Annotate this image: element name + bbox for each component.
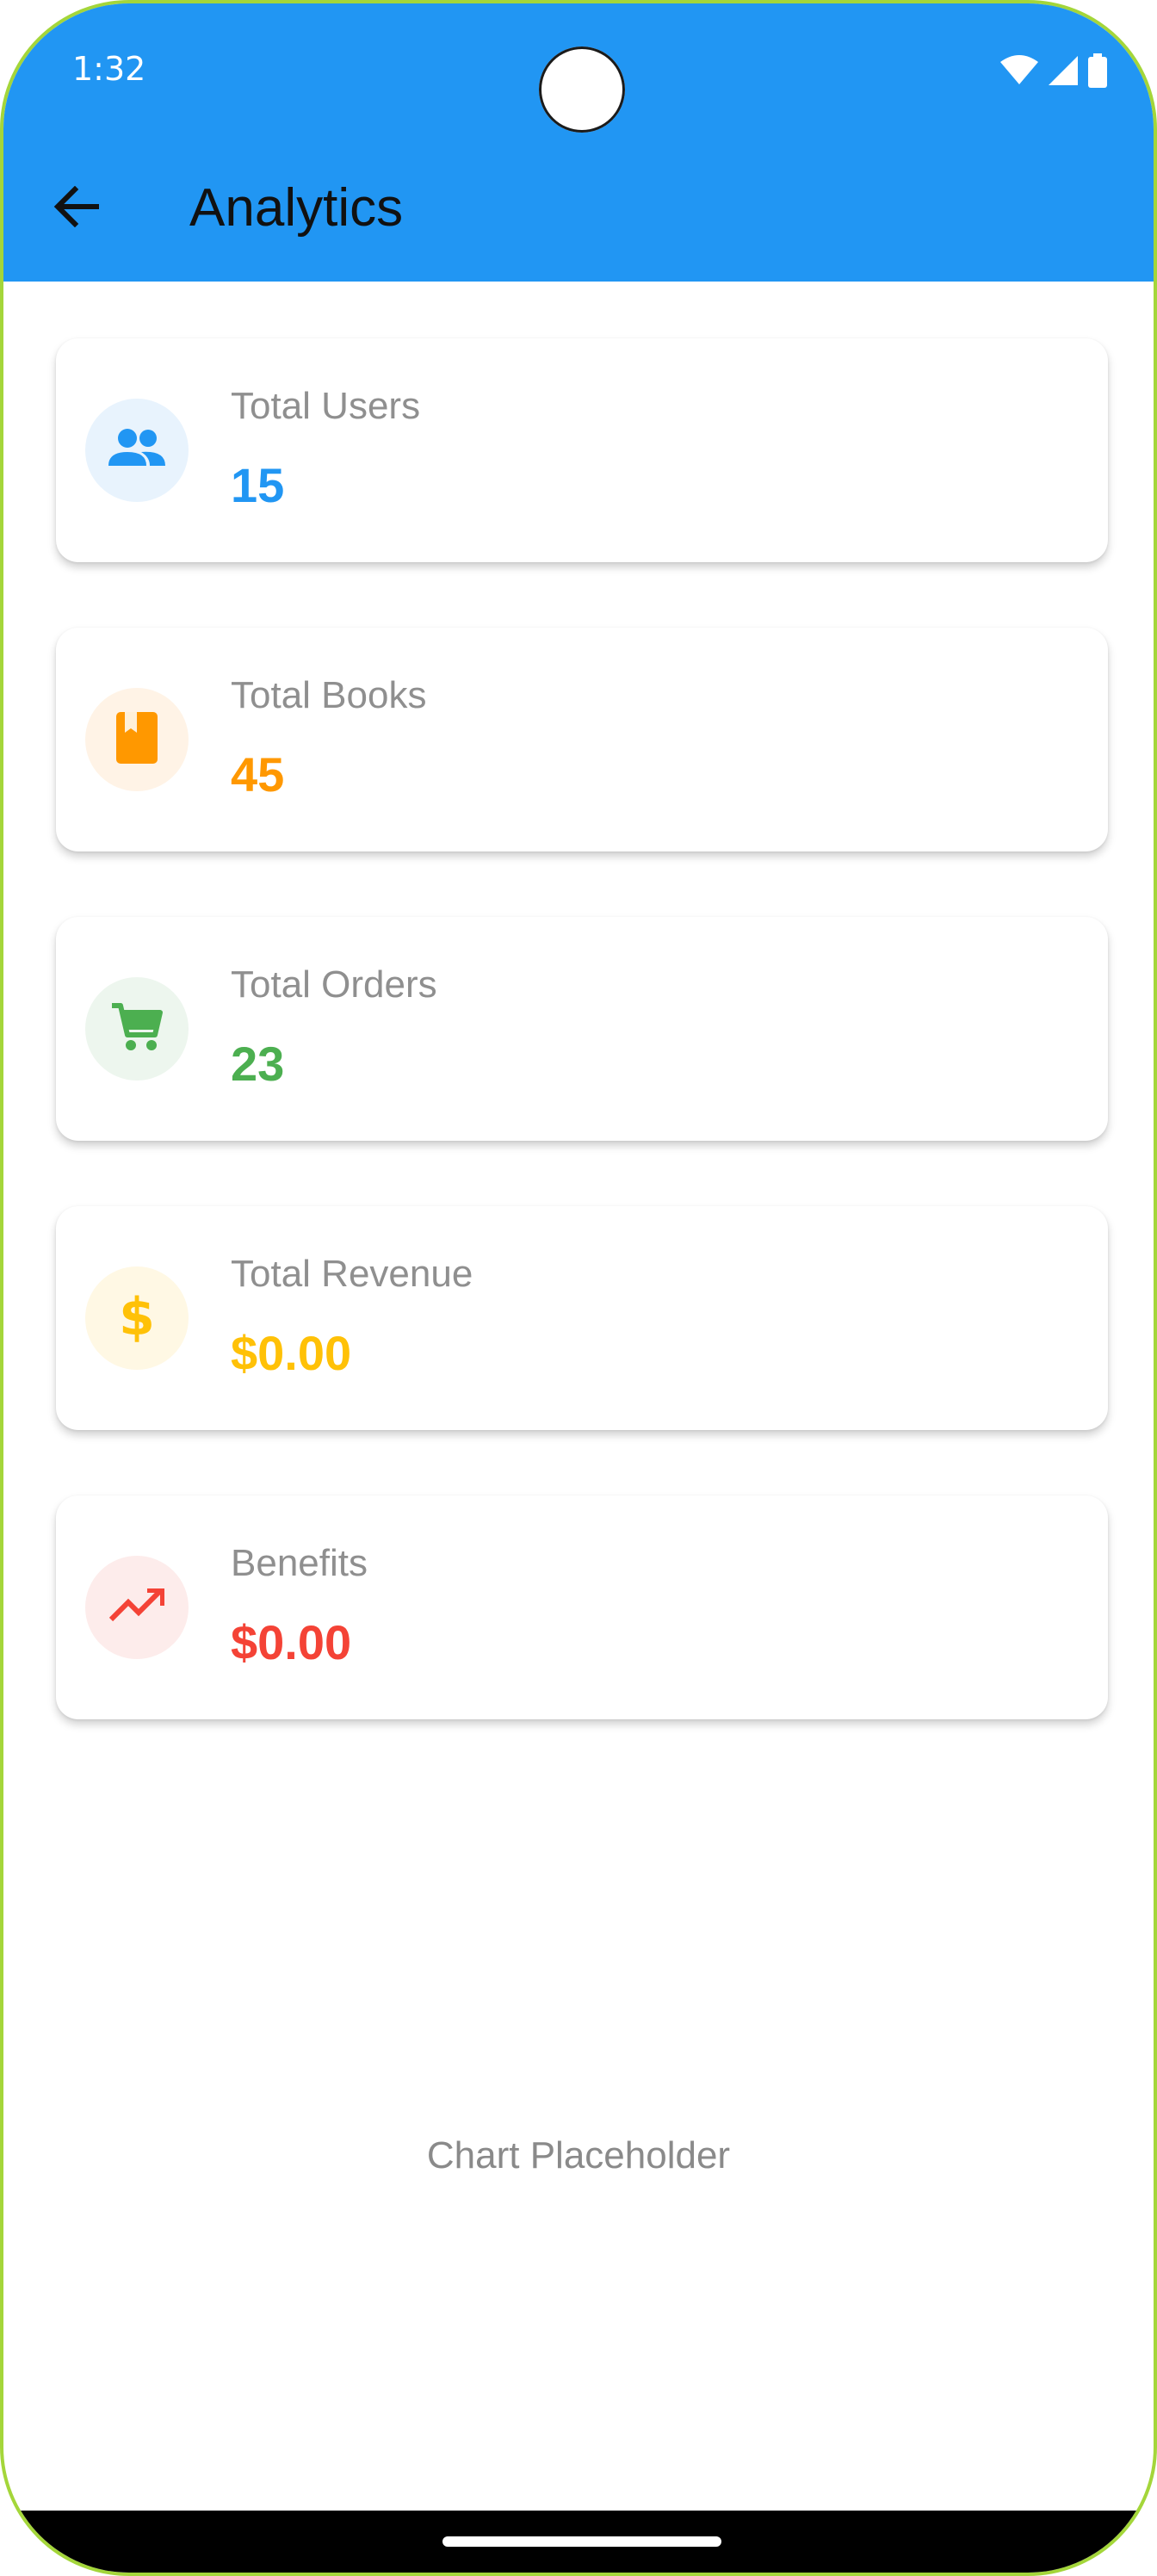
stat-card-total-books[interactable]: Total Books 45 xyxy=(56,628,1108,851)
icon-circle xyxy=(85,399,189,502)
icon-circle: $ xyxy=(85,1266,189,1370)
icon-circle xyxy=(85,1556,189,1659)
status-time: 1:32 xyxy=(72,50,146,88)
card-value: 23 xyxy=(231,1037,285,1091)
battery-icon xyxy=(1088,53,1107,88)
group-icon xyxy=(107,426,167,475)
card-value: 15 xyxy=(231,458,285,512)
book-icon xyxy=(116,711,158,768)
back-button[interactable] xyxy=(45,177,107,239)
card-label: Total Orders xyxy=(231,963,437,1006)
card-value: $0.00 xyxy=(231,1326,352,1380)
card-label: Benefits xyxy=(231,1542,368,1584)
app-bar: 1:32 Analytics xyxy=(3,3,1154,282)
stat-card-total-revenue[interactable]: $ Total Revenue $0.00 xyxy=(56,1206,1108,1430)
stat-card-benefits[interactable]: Benefits $0.00 xyxy=(56,1495,1108,1719)
icon-circle xyxy=(85,688,189,791)
card-label: Total Revenue xyxy=(231,1253,473,1295)
dollar-icon: $ xyxy=(119,1287,155,1349)
status-icons xyxy=(1000,52,1107,90)
front-camera xyxy=(539,46,625,133)
system-nav-bar xyxy=(3,2511,1154,2573)
card-value: $0.00 xyxy=(231,1615,352,1669)
trending-up-icon xyxy=(108,1587,165,1627)
home-indicator[interactable] xyxy=(442,2536,721,2547)
page-title: Analytics xyxy=(189,178,404,238)
arrow-back-icon xyxy=(53,185,100,232)
shopping-cart-icon xyxy=(110,1000,164,1058)
icon-circle xyxy=(85,977,189,1081)
wifi-icon xyxy=(1000,55,1038,86)
cellular-signal-icon xyxy=(1047,54,1080,87)
chart-placeholder: Chart Placeholder xyxy=(426,2134,731,2177)
stat-card-total-users[interactable]: Total Users 15 xyxy=(56,338,1108,562)
card-label: Total Users xyxy=(231,385,421,427)
card-label: Total Books xyxy=(231,674,427,716)
stat-card-total-orders[interactable]: Total Orders 23 xyxy=(56,917,1108,1141)
svg-text:$: $ xyxy=(120,1288,154,1345)
device-frame: 1:32 Analytics Total Users 15 Total Book… xyxy=(0,0,1157,2576)
card-value: 45 xyxy=(231,747,285,802)
